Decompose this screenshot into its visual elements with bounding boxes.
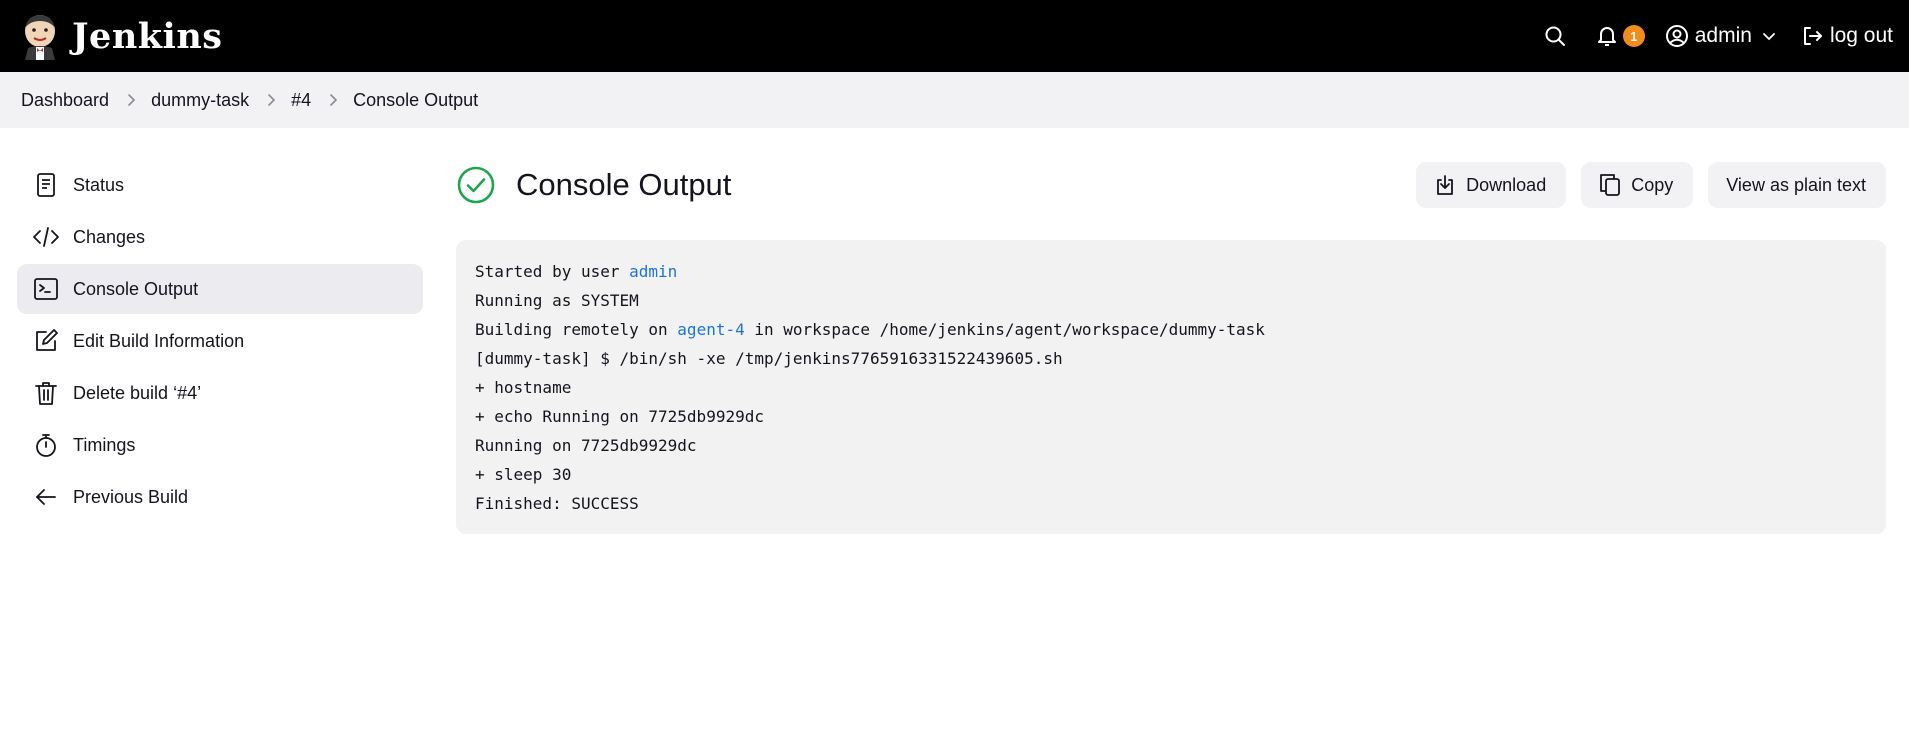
chevron-right-icon <box>265 93 277 107</box>
bell-icon <box>1597 27 1616 46</box>
download-button[interactable]: Download <box>1416 162 1567 208</box>
top-header: Jenkins 1 admin log out <box>0 0 1909 72</box>
document-icon <box>32 171 60 199</box>
user-menu-button[interactable]: admin <box>1665 16 1776 56</box>
sidebar-item-label: Changes <box>73 226 146 247</box>
sidebar-item-label: Delete build ‘#4’ <box>73 382 202 403</box>
console-line: Started by user admin <box>475 257 1867 286</box>
notifications-button[interactable]: 1 <box>1595 16 1645 56</box>
main-content: Console Output Download Copy View as pla… <box>456 160 1886 534</box>
chevron-right-icon <box>125 93 137 107</box>
sidebar-item-delete-build[interactable]: Delete build ‘#4’ <box>17 368 423 418</box>
page-title: Console Output <box>516 167 732 202</box>
copy-label: Copy <box>1631 174 1674 195</box>
breadcrumb-console-output[interactable]: Console Output <box>353 90 478 111</box>
sidebar-item-label: Edit Build Information <box>73 330 245 351</box>
console-line: Finished: SUCCESS <box>475 494 639 513</box>
notification-badge: 1 <box>1622 25 1645 47</box>
console-line: + sleep 30 <box>475 465 572 484</box>
console-output: Started by user admin Running as SYSTEM … <box>456 240 1886 534</box>
console-text: in workspace /home/jenkins/agent/workspa… <box>744 320 1265 339</box>
console-line: + echo Running on 7725db9929dc <box>475 407 764 426</box>
breadcrumb-build[interactable]: #4 <box>291 90 311 111</box>
sidebar-item-console-output[interactable]: Console Output <box>17 264 423 314</box>
arrow-left-icon <box>32 483 60 511</box>
sidebar-item-edit-build-information[interactable]: Edit Build Information <box>17 316 423 366</box>
console-text: Building remotely on <box>475 320 678 339</box>
console-line: + hostname <box>475 378 572 397</box>
download-label: Download <box>1466 174 1547 195</box>
sidebar-item-changes[interactable]: Changes <box>17 212 423 262</box>
brand-name: Jenkins <box>72 15 223 57</box>
sidebar: Status Changes Console Output Edit Build… <box>17 160 423 524</box>
chevron-right-icon <box>327 93 339 107</box>
user-link[interactable]: admin <box>629 262 677 281</box>
console-line: [dummy-task] $ /bin/sh -xe /tmp/jenkins7… <box>475 349 1063 368</box>
sidebar-item-status[interactable]: Status <box>17 160 423 210</box>
logout-label: log out <box>1829 24 1893 47</box>
user-name: admin <box>1694 24 1752 47</box>
sidebar-item-label: Timings <box>73 434 136 455</box>
sidebar-item-label: Previous Build <box>73 486 189 507</box>
console-text: Started by user <box>475 262 630 281</box>
console-actions: Download Copy View as plain text <box>1401 162 1886 208</box>
success-check-icon <box>457 166 495 204</box>
copy-icon <box>1599 173 1621 197</box>
console-line: Building remotely on agent-4 in workspac… <box>475 315 1867 344</box>
console-line: Running as SYSTEM <box>475 291 639 310</box>
sidebar-item-label: Console Output <box>73 278 199 299</box>
breadcrumb-dashboard[interactable]: Dashboard <box>21 90 109 111</box>
sidebar-item-previous-build[interactable]: Previous Build <box>17 472 423 522</box>
breadcrumb: Dashboard dummy-task #4 Console Output <box>0 72 1909 128</box>
search-icon <box>1545 26 1565 46</box>
copy-button[interactable]: Copy <box>1581 162 1694 208</box>
stopwatch-icon <box>32 431 60 459</box>
terminal-icon <box>32 275 60 303</box>
title-row: Console Output Download Copy View as pla… <box>456 160 1886 210</box>
view-plain-text-label: View as plain text <box>1726 174 1866 195</box>
logout-button[interactable]: log out <box>1800 16 1893 56</box>
search-button[interactable] <box>1535 16 1575 56</box>
sidebar-item-timings[interactable]: Timings <box>17 420 423 470</box>
agent-link[interactable]: agent-4 <box>677 320 744 339</box>
trash-icon <box>32 379 60 407</box>
logout-icon <box>1803 27 1822 45</box>
sidebar-item-label: Status <box>73 174 125 195</box>
jenkins-logo <box>25 15 55 60</box>
chevron-down-icon <box>1763 33 1775 41</box>
view-plain-text-button[interactable]: View as plain text <box>1708 162 1886 208</box>
download-icon <box>1434 174 1456 196</box>
user-icon <box>1665 25 1688 47</box>
code-icon <box>32 223 60 251</box>
edit-icon <box>32 327 60 355</box>
console-line: Running on 7725db9929dc <box>475 436 697 455</box>
jenkins-home-link[interactable]: Jenkins <box>20 12 222 60</box>
breadcrumb-job[interactable]: dummy-task <box>151 90 249 111</box>
